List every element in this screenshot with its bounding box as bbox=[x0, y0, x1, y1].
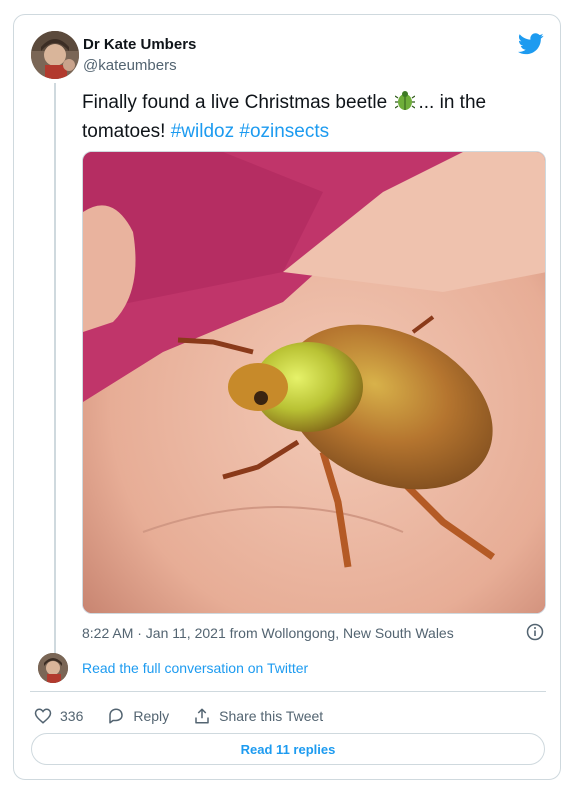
divider bbox=[30, 691, 546, 692]
heart-icon bbox=[34, 708, 52, 724]
author-handle[interactable]: @kateumbers bbox=[83, 57, 177, 74]
author-name[interactable]: Dr Kate Umbers bbox=[83, 36, 196, 53]
hashtag-wildoz[interactable]: #wildoz bbox=[171, 121, 234, 142]
small-author-avatar[interactable] bbox=[38, 653, 68, 683]
thread-line bbox=[54, 83, 56, 653]
read-conversation-link[interactable]: Read the full conversation on Twitter bbox=[82, 660, 308, 676]
reply-button[interactable]: Reply bbox=[107, 707, 169, 725]
read-replies-button[interactable]: Read 11 replies bbox=[31, 733, 545, 765]
tweet-photo[interactable] bbox=[82, 151, 546, 614]
hashtag-ozinsects[interactable]: #ozinsects bbox=[239, 121, 329, 142]
tweet-card: Dr Kate Umbers @kateumbers Finally found… bbox=[13, 14, 561, 780]
beetle-emoji-icon bbox=[395, 89, 416, 119]
tweet-timestamp[interactable]: 8:22 AM · Jan 11, 2021 from Wollongong, … bbox=[82, 625, 454, 641]
tweet-text: Finally found a live Christmas beetle ..… bbox=[82, 89, 542, 145]
reply-icon bbox=[109, 708, 124, 724]
like-count: 336 bbox=[60, 708, 84, 724]
author-avatar[interactable] bbox=[31, 31, 79, 79]
info-icon[interactable] bbox=[526, 623, 544, 641]
tweet-text-start: Finally found a live Christmas beetle bbox=[82, 92, 388, 113]
twitter-bird-icon[interactable] bbox=[518, 33, 544, 55]
like-button[interactable]: 336 bbox=[34, 707, 83, 725]
share-button[interactable]: Share this Tweet bbox=[193, 707, 323, 725]
action-bar: 336 Reply Share this Tweet bbox=[34, 704, 347, 728]
share-icon bbox=[195, 708, 209, 724]
share-label: Share this Tweet bbox=[219, 708, 324, 724]
reply-label: Reply bbox=[133, 708, 170, 724]
